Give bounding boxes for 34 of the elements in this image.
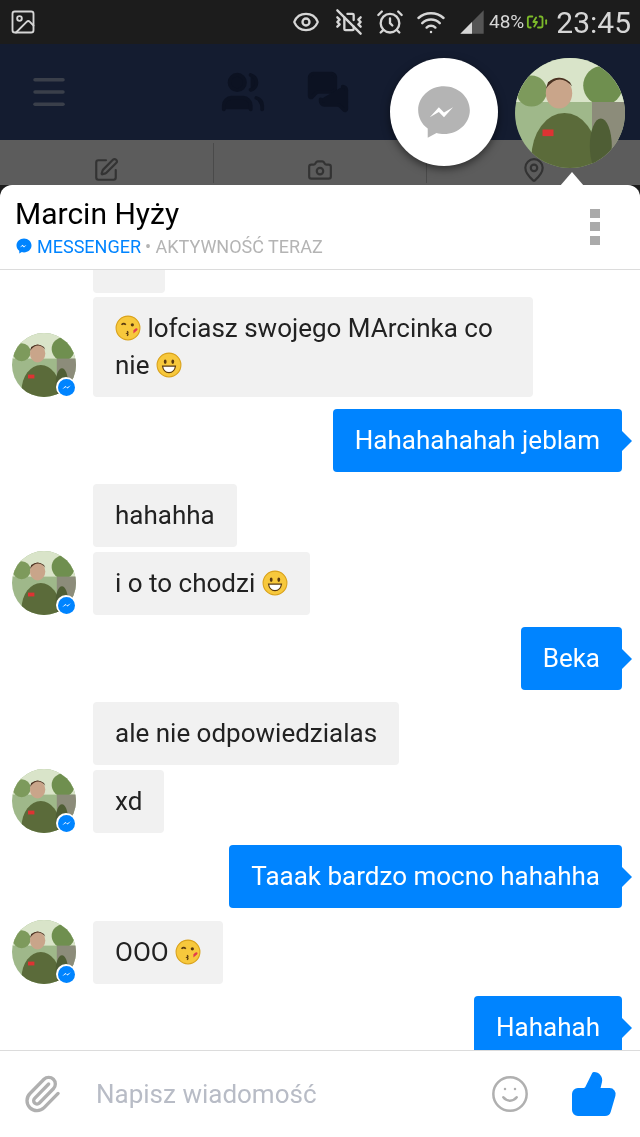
messenger-badge-icon [56,813,76,833]
bubble-tail [622,1018,632,1038]
bubble-tail [622,867,632,887]
message-bubble [93,270,165,293]
bubble-tail [622,649,632,669]
battery-percent: 48% [489,8,525,35]
message-input-field[interactable]: Napisz wiadomość [96,1074,490,1114]
activity-status: • AKTYWNOŚĆ TERAZ [145,234,323,259]
status-icon[interactable] [93,156,120,183]
more-options-icon[interactable] [590,209,600,245]
messenger-icon [15,237,33,255]
signal-icon [458,8,486,36]
app-label: MESSENGER [37,234,141,259]
grin-emoji-icon [155,352,182,378]
message-bubble: xd [93,770,165,833]
attach-icon[interactable] [22,1074,62,1114]
grin-emoji-icon [261,570,288,596]
like-icon[interactable] [570,1070,618,1118]
kiss-emoji-icon [115,315,141,341]
message-bubble: hahahha [93,484,237,547]
emoji-icon[interactable] [490,1074,530,1114]
clock-time: 23:45 [556,3,631,42]
message-bubble: i o to chodzi [93,552,310,615]
kiss-emoji-icon [175,939,202,965]
gallery-icon [9,8,37,36]
message-bubble: ale nie odpowiedzialas [93,702,400,765]
bubble-tail [622,431,632,451]
messenger-badge-icon [56,377,76,397]
message-bubble: OOO [93,921,224,984]
contact-name: Marcin Hyży [15,194,181,233]
messenger-badge-icon [56,595,76,615]
alarm-icon [376,8,404,36]
message-bubble: lofciasz swojego MArcinka co nie [93,297,533,397]
messenger-badge-icon [56,964,76,984]
